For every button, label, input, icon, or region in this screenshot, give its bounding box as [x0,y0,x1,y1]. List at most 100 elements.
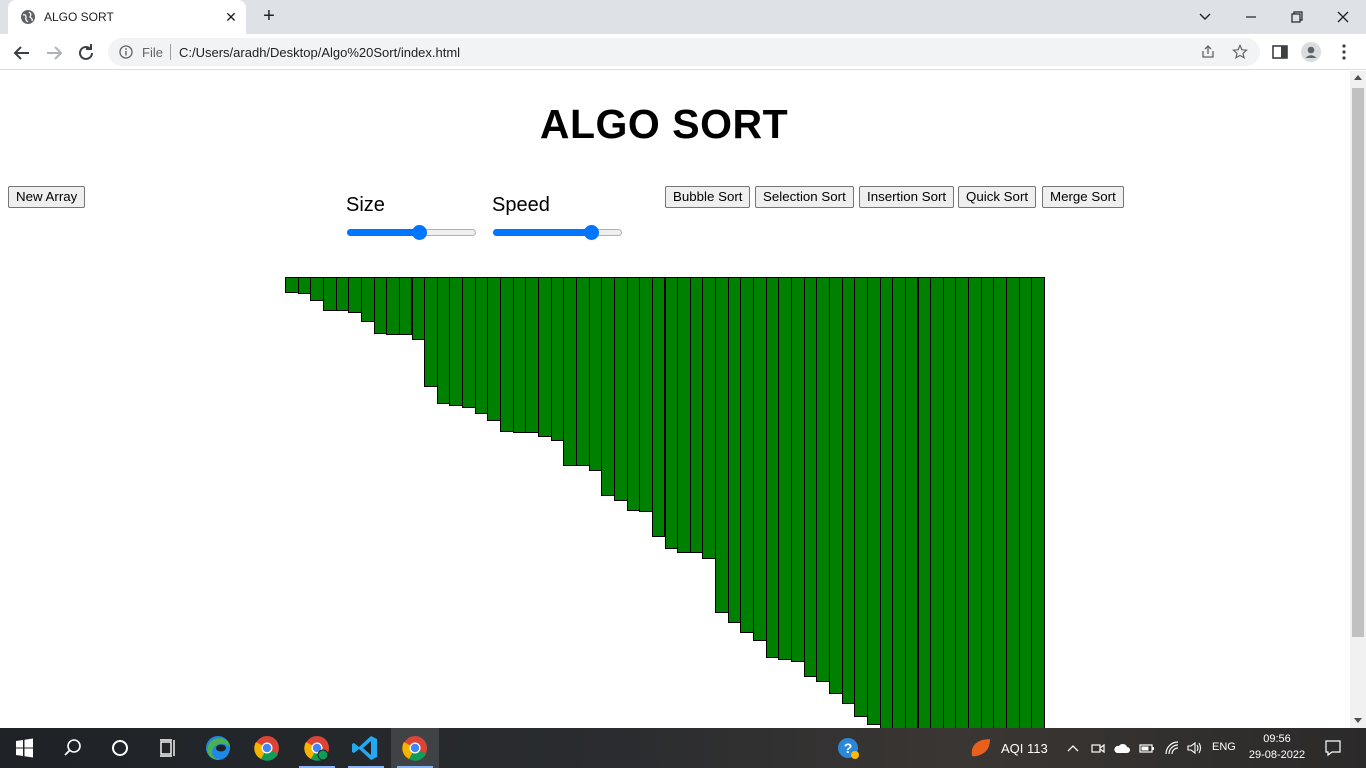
array-bar [310,277,324,301]
array-bar [727,277,742,623]
reload-icon[interactable] [74,41,98,65]
array-bar [702,277,717,559]
search-icon[interactable] [48,728,96,768]
restore-icon[interactable] [1274,3,1320,31]
array-bar [866,277,881,725]
array-bar [626,277,641,511]
new-array-button[interactable]: New Array [8,186,86,208]
array-bar [841,277,856,704]
array-bar [436,277,451,404]
chrome-profile-icon[interactable] [293,728,341,768]
array-bar [639,277,653,512]
selection-sort-button[interactable]: Selection Sort [755,186,854,208]
array-bar [1031,277,1045,728]
page-scrollbar[interactable] [1350,71,1366,728]
notification-icon[interactable] [1324,739,1342,757]
array-bar [500,277,514,432]
kebab-menu-icon[interactable] [1334,42,1354,62]
aqi-label[interactable]: AQI 113 [1001,741,1048,756]
meet-camera-icon[interactable] [1090,740,1106,756]
array-bar [664,277,679,549]
array-bars-container [285,277,1045,728]
plus-icon[interactable]: + [258,6,280,28]
address-separator [170,44,171,60]
browser-toolbar: File C:/Users/aradh/Desktop/Algo%20Sort/… [0,34,1366,70]
array-bar [1006,277,1020,728]
array-bar [335,277,350,311]
array-bar [968,277,982,728]
wifi-icon[interactable] [1163,739,1181,757]
minimize-icon[interactable] [1228,3,1274,31]
insertion-sort-button[interactable]: Insertion Sort [859,186,955,208]
array-bar [360,277,375,322]
info-icon[interactable] [119,45,133,59]
chevron-up-icon[interactable] [1066,741,1080,755]
scrollbar-thumb[interactable] [1352,88,1364,637]
back-arrow-icon[interactable] [10,41,34,65]
array-bar [575,277,590,466]
array-bar [411,277,426,340]
file-scheme-label: File [142,45,163,60]
task-view-icon[interactable] [144,728,192,768]
edge-icon[interactable] [194,728,242,768]
array-bar [601,277,615,496]
merge-sort-button[interactable]: Merge Sort [1042,186,1124,208]
windows-taskbar: ? AQI 113 ENG 09:56 29-08-2022 [0,728,1366,768]
star-icon[interactable] [1232,44,1248,60]
array-bar [980,277,995,728]
windows-start-icon[interactable] [0,728,48,768]
volume-icon[interactable] [1186,740,1204,756]
profile-icon[interactable] [1301,42,1321,62]
array-bar [487,277,502,421]
url-text[interactable]: C:/Users/aradh/Desktop/Algo%20Sort/index… [179,45,460,60]
size-slider[interactable] [347,224,476,240]
bubble-sort-button[interactable]: Bubble Sort [665,186,751,208]
forward-arrow-icon[interactable] [42,41,66,65]
close-window-icon[interactable] [1320,3,1366,31]
array-bar [879,277,894,728]
help-icon[interactable]: ? [824,728,872,768]
quick-sort-button[interactable]: Quick Sort [958,186,1037,208]
speed-label: Speed [492,194,550,216]
cortana-icon[interactable] [96,728,144,768]
array-bar [297,277,312,294]
side-panel-icon[interactable] [1270,42,1290,62]
size-slider-thumb[interactable] [411,225,427,240]
array-bar [753,277,767,641]
array-bar [930,277,944,728]
weather-icon[interactable] [968,736,994,760]
array-bar [550,277,565,441]
speed-slider-thumb[interactable] [584,225,600,240]
array-bar [917,277,932,728]
array-bar [285,277,299,293]
array-bar [715,277,729,613]
array-bar [512,277,527,433]
array-bar [525,277,539,433]
address-bar[interactable]: File C:/Users/aradh/Desktop/Algo%20Sort/… [108,38,1260,66]
language-indicator[interactable]: ENG [1212,741,1236,753]
browser-tab[interactable]: ALGO SORT ✕ [8,0,246,34]
speed-slider[interactable] [493,224,622,240]
chrome-active-icon[interactable] [391,728,439,768]
array-bar [803,277,818,677]
vscode-icon[interactable] [342,728,390,768]
clock-date[interactable]: 29-08-2022 [1247,749,1307,761]
scroll-down-arrow-icon[interactable] [1354,718,1362,723]
array-bar [449,277,464,406]
scroll-up-arrow-icon[interactable] [1354,75,1362,80]
array-bar [386,277,400,335]
clock-time[interactable]: 09:56 [1247,733,1307,745]
array-bar [1018,277,1033,728]
array-bar [677,277,691,553]
chevron-down-icon[interactable] [1182,3,1228,31]
chrome-icon[interactable] [243,728,291,768]
close-icon[interactable]: ✕ [222,8,240,26]
share-icon[interactable] [1200,44,1216,60]
array-bar [904,277,919,728]
array-bar [816,277,830,682]
array-bar [854,277,868,717]
onedrive-cloud-icon[interactable] [1113,740,1131,756]
array-bar [942,277,957,728]
battery-icon[interactable] [1138,740,1156,756]
array-bar [740,277,755,633]
